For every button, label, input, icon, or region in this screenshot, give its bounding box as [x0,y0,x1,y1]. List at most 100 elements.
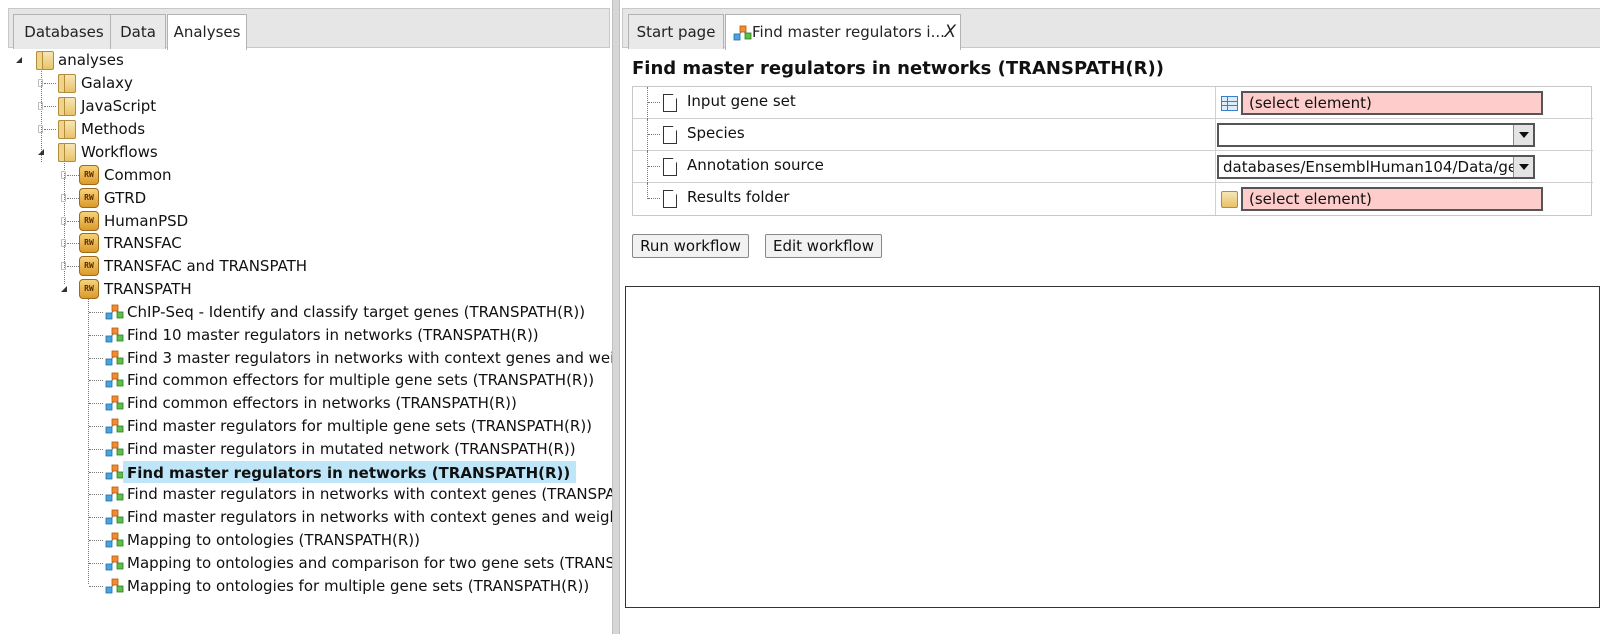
workflow-item[interactable]: Find master regulators in networks (TRAN… [84,461,612,483]
tree-node-label: Common [104,166,172,184]
workflow-db-icon: RW [79,233,99,253]
workflow-item[interactable]: Mapping to ontologies (TRANSPATH(R)) [84,529,612,551]
tree-node-methods[interactable]: Methods [36,118,236,140]
document-icon [663,158,677,176]
workflow-item-label: Find master regulators in networks with … [127,485,612,503]
tree-guide [89,403,103,404]
tree-node-common[interactable]: RW Common [59,164,279,186]
workflow-item[interactable]: Mapping to ontologies for multiple gene … [84,575,612,597]
tree-node-galaxy[interactable]: Galaxy [36,72,236,94]
expand-icon[interactable] [38,102,43,110]
tree-guide [648,134,660,135]
tab-data[interactable]: Data [110,14,166,49]
tree-guide [44,106,56,107]
tree-guide [89,426,103,427]
tree-node-label: analyses [58,51,124,69]
close-tab-icon[interactable]: X [944,15,956,49]
tree-node-transfac-and-transpath[interactable]: RW TRANSFAC and TRANSPATH [59,255,359,277]
tree-guide [648,198,660,199]
document-tab-bar: Start page Find master regulators i... X [622,8,1600,50]
workflow-item[interactable]: Find common effectors for multiple gene … [84,369,612,391]
tree-guide [89,358,103,359]
workflow-item-label: Find master regulators in networks (TRAN… [123,461,577,483]
tree-node-javascript[interactable]: JavaScript [36,95,236,117]
tab-analyses[interactable]: Analyses [167,14,247,50]
expand-icon[interactable] [61,239,66,247]
tree-node-label: TRANSFAC and TRANSPATH [104,257,308,275]
right-panel: Start page Find master regulators i... X… [620,0,1600,634]
left-panel: Databases Data Analyses analyses Galaxy … [0,0,620,634]
collapse-icon[interactable] [16,57,22,63]
tree-guide [89,312,103,313]
workflow-icon [105,350,124,366]
tree-node-label: HumanPSD [104,212,189,230]
run-workflow-button[interactable]: Run workflow [632,234,749,258]
results-folder-field[interactable]: (select element) [1241,187,1543,211]
expand-icon[interactable] [61,262,66,270]
workflow-item-label: Find master regulators in networks with … [127,508,612,526]
workflow-db-icon: RW [79,188,99,208]
dropdown-arrow-icon[interactable] [1513,157,1533,177]
workflow-item-label: Mapping to ontologies and comparison for… [127,554,612,572]
param-row-annotation-source: Annotation source databases/EnsemblHuman… [633,151,1593,183]
tree-node-label: GTRD [104,189,147,207]
workflow-icon [105,372,124,388]
species-select[interactable] [1217,123,1535,147]
workflow-item[interactable]: Find master regulators in mutated networ… [84,438,612,460]
tree-guide [89,563,103,564]
tree-node-transfac[interactable]: RW TRANSFAC [59,232,279,254]
tree-node-transpath[interactable]: RW TRANSPATH [59,278,279,300]
workflow-icon [105,304,124,320]
expand-icon[interactable] [61,217,66,225]
expand-icon[interactable] [38,125,43,133]
column-divider [1215,87,1216,119]
tab-databases[interactable]: Databases [13,14,115,49]
panel-splitter[interactable] [612,0,620,634]
tree-node-gtrd[interactable]: RW GTRD [59,187,279,209]
collapse-icon[interactable] [38,149,44,155]
tree-guide [44,83,56,84]
tab-find-master-regulators[interactable]: Find master regulators i... X [725,14,961,50]
page-title: Find master regulators in networks (TRAN… [632,58,1164,79]
tree-node-humanpsd[interactable]: RW HumanPSD [59,210,279,232]
folder-icon [36,51,54,70]
document-icon [663,190,677,208]
folder-icon [58,120,76,139]
expand-icon[interactable] [38,79,43,87]
workflow-item[interactable]: Find common effectors in networks (TRANS… [84,392,612,414]
param-row-species: Species [633,119,1593,151]
dropdown-arrow-icon[interactable] [1513,125,1533,145]
workflow-item-label: ChIP-Seq - Identify and classify target … [127,303,586,321]
workflow-item[interactable]: Find 3 master regulators in networks wit… [84,347,612,369]
workflow-item[interactable]: Find master regulators for multiple gene… [84,415,612,437]
workflow-item[interactable]: ChIP-Seq - Identify and classify target … [84,301,612,323]
tab-start-page[interactable]: Start page [628,14,724,49]
tree-node-analyses[interactable]: analyses [14,49,214,71]
workflow-item[interactable]: Find master regulators in networks with … [84,506,612,528]
input-gene-set-field[interactable]: (select element) [1241,91,1543,115]
column-divider [1215,183,1216,215]
collapse-icon[interactable] [61,286,67,292]
expand-icon[interactable] [61,171,66,179]
workflow-icon [105,464,124,480]
workflow-item[interactable]: Find master regulators in networks with … [84,483,612,505]
tree-guide [67,175,79,176]
workflow-item-label: Find master regulators for multiple gene… [127,417,593,435]
tree-guide [89,517,103,518]
annotation-source-select[interactable]: databases/EnsemblHuman104/Data/gene [1217,155,1535,179]
tree-node-workflows[interactable]: Workflows [36,141,236,163]
tree-guide [89,380,103,381]
edit-workflow-button[interactable]: Edit workflow [765,234,882,258]
annotation-source-value: databases/EnsemblHuman104/Data/gene [1223,158,1535,176]
left-tab-bar: Databases Data Analyses [8,8,610,50]
workflow-item-label: Mapping to ontologies (TRANSPATH(R)) [127,531,420,549]
workflow-icon [733,25,752,41]
workflow-item[interactable]: Mapping to ontologies and comparison for… [84,552,612,574]
column-divider [1215,151,1216,183]
workflow-item[interactable]: Find 10 master regulators in networks (T… [84,324,612,346]
folder-icon [58,97,76,116]
expand-icon[interactable] [61,194,66,202]
workflow-item-label: Find common effectors for multiple gene … [127,371,595,389]
workflow-icon [105,578,124,594]
tree-node-label: JavaScript [81,97,157,115]
